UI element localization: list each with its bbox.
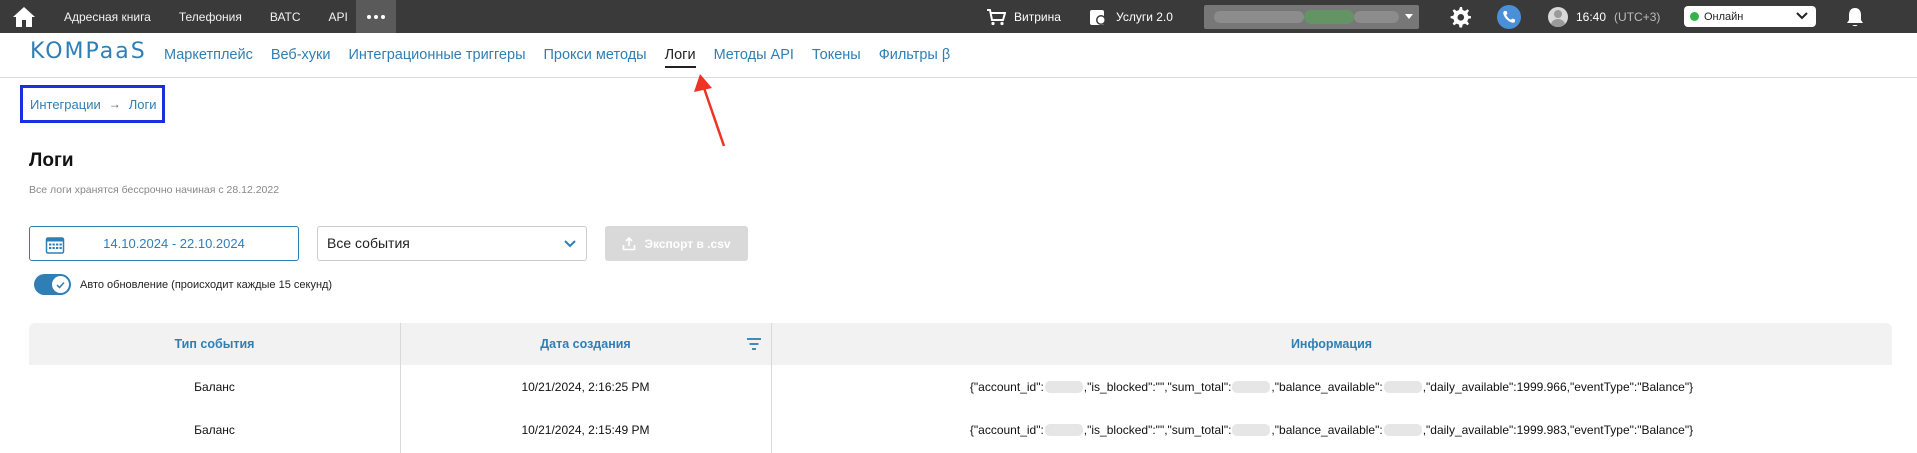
shop-link[interactable]: Витрина	[986, 0, 1061, 33]
check-icon	[56, 281, 65, 289]
cart-icon	[987, 8, 1006, 25]
info-text: {"account_id":	[969, 379, 1044, 394]
dot-icon	[367, 14, 371, 19]
avatar	[1548, 6, 1568, 27]
shop-label: Витрина	[1014, 9, 1061, 24]
top-nav-api[interactable]: API	[315, 10, 362, 24]
cell-created-date: 10/21/2024, 2:15:49 PM	[521, 422, 650, 437]
export-csv-button[interactable]: Экспорт в .csv	[605, 226, 748, 261]
column-header-event-type[interactable]: Тип события	[29, 323, 400, 365]
redacted-value	[1383, 380, 1422, 393]
blurred-account-name	[1214, 11, 1304, 23]
top-nav-vats[interactable]: ВАТС	[256, 10, 315, 24]
tab-marketplace[interactable]: Маркетплейс	[155, 47, 262, 63]
dot-icon	[374, 14, 378, 19]
info-text: ,"balance_available":	[1271, 379, 1383, 394]
info-text: ,"is_blocked":"","sum_total":	[1083, 379, 1232, 394]
redacted-value	[1044, 423, 1083, 436]
info-text: ,"daily_available":1999.966,"eventType":…	[1422, 379, 1694, 394]
date-range-picker[interactable]: 14.10.2024 - 22.10.2024	[29, 226, 299, 261]
table-header: Тип события Дата создания Информация	[29, 323, 1892, 365]
top-nav: Адресная книга Телефония ВАТС API	[50, 0, 362, 33]
column-header-created-date-label: Дата создания	[540, 337, 631, 351]
account-selector[interactable]	[1204, 5, 1419, 29]
logo[interactable]: KOMPaaS	[30, 39, 147, 64]
services-icon	[1090, 9, 1106, 25]
online-status-dot	[1690, 12, 1699, 21]
info-text: ,"daily_available":1999.983,"eventType":…	[1422, 422, 1694, 437]
phone-icon[interactable]	[1497, 5, 1521, 29]
caret-down-icon	[1405, 14, 1413, 19]
info-text: ,"is_blocked":"","sum_total":	[1083, 422, 1232, 437]
integrations-nav: KOMPaaS Маркетплейс Веб-хуки Интеграцион…	[0, 33, 1917, 78]
tab-logs[interactable]: Логи	[656, 47, 705, 68]
cell-info: {"account_id": ,"is_blocked":"","sum_tota…	[771, 365, 1892, 408]
logs-table: Тип события Дата создания Информация Бал…	[29, 323, 1892, 453]
cell-event-type: Баланс	[194, 379, 235, 394]
tab-proxy-methods[interactable]: Прокси методы	[535, 47, 656, 63]
table-row[interactable]: Баланс 10/21/2024, 2:16:25 PM {"account_…	[29, 365, 1892, 408]
status-label: Онлайн	[1704, 10, 1744, 23]
date-range-value: 14.10.2024 - 22.10.2024	[103, 236, 245, 251]
breadcrumb: Интеграции → Логи	[20, 85, 165, 123]
auto-update-label: Авто обновление (происходит каждые 15 се…	[80, 279, 333, 291]
services-link[interactable]: Услуги 2.0	[1088, 0, 1173, 33]
info-text: {"account_id":	[969, 422, 1044, 437]
more-menu-button[interactable]	[356, 0, 396, 33]
gear-icon[interactable]	[1448, 5, 1472, 29]
current-time: 16:40	[1576, 9, 1607, 24]
arrow-right-icon: →	[108, 97, 121, 111]
cell-info: {"account_id": ,"is_blocked":"","sum_tota…	[771, 408, 1892, 451]
column-header-info[interactable]: Информация	[771, 323, 1892, 365]
breadcrumb-integrations[interactable]: Интеграции	[30, 97, 101, 112]
upload-icon	[623, 236, 636, 250]
tab-integration-triggers[interactable]: Интеграционные триггеры	[339, 47, 534, 63]
tab-filters-beta[interactable]: Фильтры β	[870, 47, 960, 63]
top-bar: Адресная книга Телефония ВАТС API Витрин…	[0, 0, 1917, 33]
table-row[interactable]: Баланс 10/21/2024, 2:15:49 PM {"account_…	[29, 408, 1892, 451]
top-nav-address-book[interactable]: Адресная книга	[50, 10, 165, 24]
dot-icon	[381, 14, 385, 19]
integrations-tabs: Маркетплейс Веб-хуки Интеграционные триг…	[155, 33, 959, 77]
blurred-account-balance	[1304, 10, 1354, 24]
redacted-value	[1232, 423, 1271, 436]
tab-api-methods[interactable]: Методы API	[705, 47, 803, 63]
redacted-value	[1383, 423, 1422, 436]
filter-icon[interactable]	[746, 337, 762, 351]
home-icon[interactable]	[8, 4, 40, 30]
toggle-knob	[52, 276, 69, 293]
breadcrumb-logs[interactable]: Логи	[129, 97, 157, 112]
page-title: Логи	[29, 150, 74, 171]
page-subtitle: Все логи хранятся бессрочно начиная с 28…	[29, 184, 280, 196]
annotation-arrow	[694, 74, 726, 147]
event-type-value: Все события	[327, 235, 410, 251]
blurred-account-extra	[1354, 11, 1399, 23]
auto-update-toggle[interactable]	[34, 274, 71, 295]
top-nav-telephony[interactable]: Телефония	[165, 10, 256, 24]
user-menu[interactable]: 16:40 (UTC+3)	[1548, 0, 1660, 33]
cell-created-date: 10/21/2024, 2:16:25 PM	[521, 379, 650, 394]
redacted-value	[1044, 380, 1083, 393]
export-label: Экспорт в .csv	[644, 236, 731, 251]
bell-icon[interactable]	[1843, 5, 1867, 29]
column-header-created-date[interactable]: Дата создания	[400, 323, 771, 365]
tab-tokens[interactable]: Токены	[803, 47, 870, 63]
cell-event-type: Баланс	[194, 422, 235, 437]
redacted-value	[1232, 380, 1271, 393]
tab-webhooks[interactable]: Веб-хуки	[262, 47, 340, 63]
status-select[interactable]: Онлайн	[1684, 6, 1816, 27]
timezone: (UTC+3)	[1614, 9, 1661, 24]
info-text: ,"balance_available":	[1271, 422, 1383, 437]
chevron-down-icon	[564, 240, 576, 248]
services-label: Услуги 2.0	[1116, 9, 1173, 24]
chevron-down-icon	[1796, 12, 1808, 20]
event-type-select[interactable]: Все события	[317, 226, 587, 261]
